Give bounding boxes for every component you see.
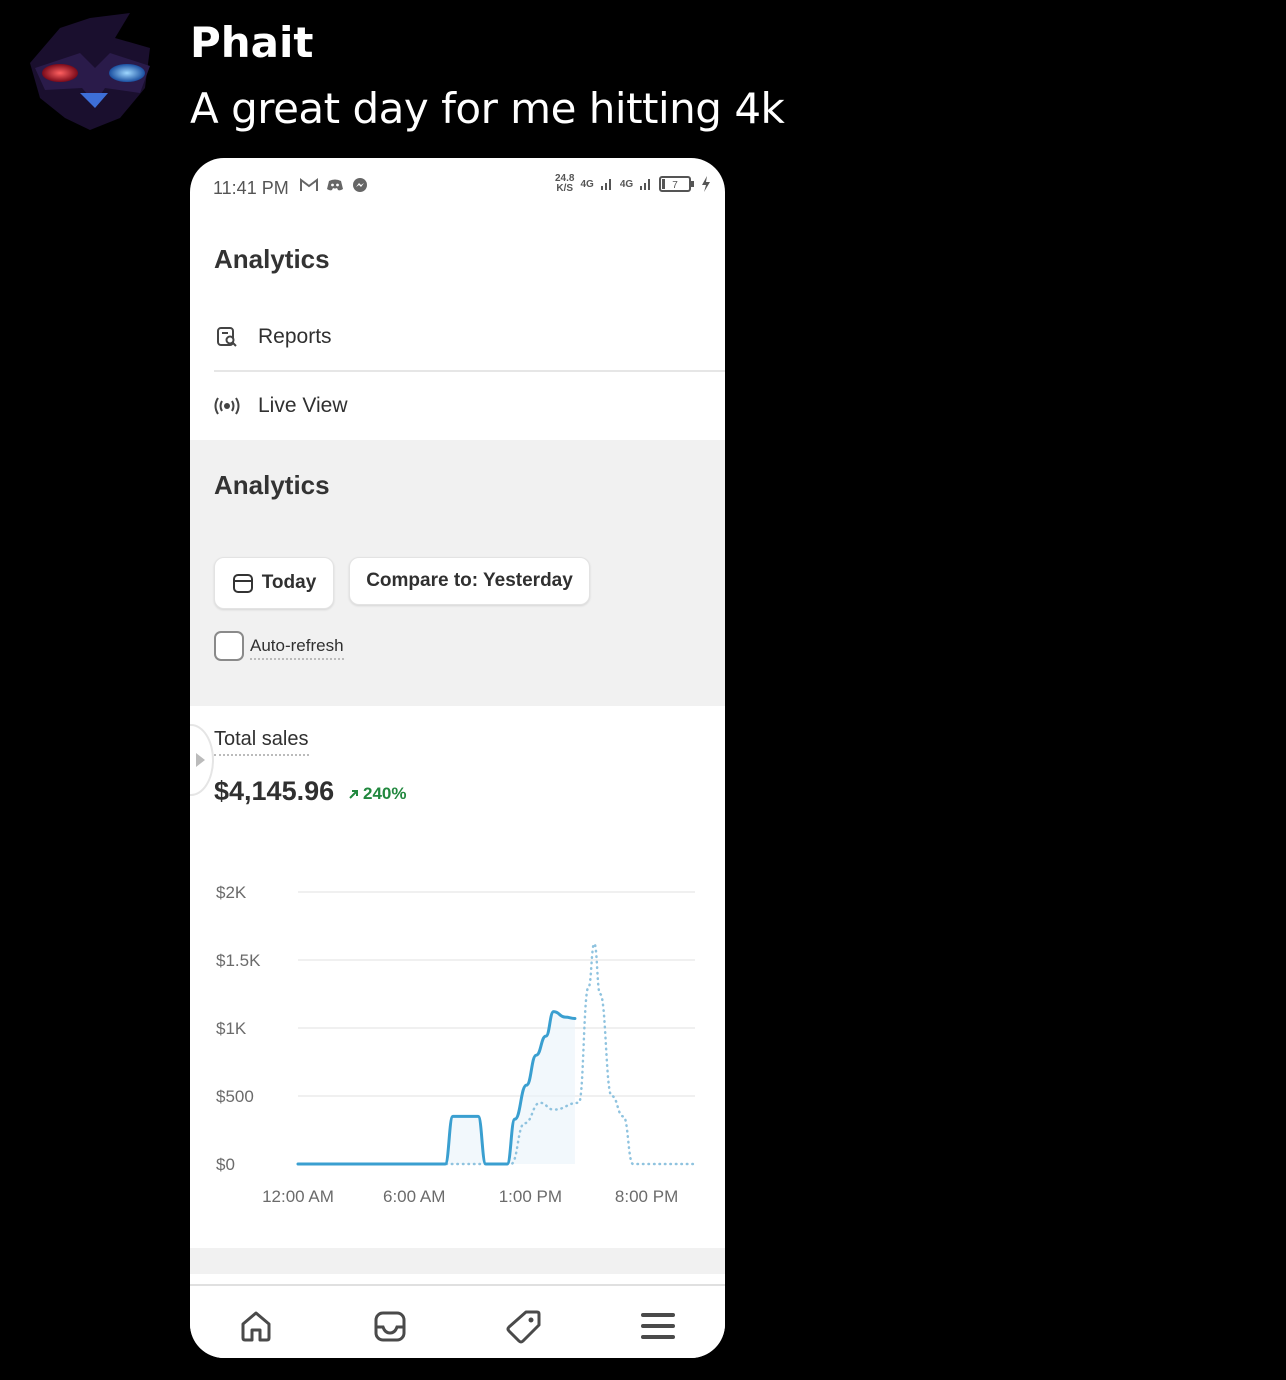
status-time: 11:41 PM [213, 178, 289, 198]
auto-refresh-label[interactable]: Auto-refresh [250, 636, 344, 660]
tab-products[interactable] [504, 1306, 544, 1346]
card-title[interactable]: Total sales [214, 728, 309, 756]
live-view-icon [214, 393, 240, 419]
svg-text:7: 7 [672, 180, 678, 191]
signal-icon [640, 179, 651, 190]
system-icons: 24.8 K/S 4G 4G 7 [555, 174, 711, 194]
discord-icon [327, 179, 343, 191]
reports-icon [214, 324, 240, 350]
change-value: 240% [363, 784, 407, 803]
charging-icon [702, 176, 711, 192]
home-icon [241, 1311, 271, 1342]
phone-screenshot[interactable]: 11:41 PM 24.8 K/S 4G 4G 7 Analytics Repor… [190, 158, 725, 1358]
signal-icon [600, 179, 611, 190]
nav-item-live-view[interactable]: Live View [214, 372, 725, 440]
chevron-right-icon [196, 753, 205, 767]
x-tick-label: 8:00 PM [615, 1187, 678, 1206]
section-gap [190, 1248, 725, 1274]
x-tick-label: 1:00 PM [499, 1187, 562, 1206]
total-sales-value: $4,145.96 [214, 776, 335, 806]
y-tick-label: $0 [216, 1155, 235, 1174]
tab-orders[interactable] [370, 1306, 410, 1346]
nav-item-reports[interactable]: Reports [214, 303, 725, 371]
date-range-label: Today [261, 572, 317, 593]
tag-icon [506, 1310, 541, 1344]
y-tick-label: $2K [216, 883, 247, 902]
series-area [298, 1011, 575, 1164]
date-range-button[interactable]: Today [214, 557, 334, 609]
expand-toggle[interactable] [190, 724, 214, 796]
nav-title: Analytics [214, 244, 330, 274]
avatar[interactable] [20, 8, 160, 138]
tab-home[interactable] [236, 1306, 276, 1346]
change-badge: 240% [348, 784, 406, 804]
gmail-icon [300, 178, 318, 191]
post-author[interactable]: Phait [190, 18, 314, 67]
status-bar: 11:41 PM 24.8 K/S 4G 4G 7 [190, 158, 725, 218]
arrow-up-right-icon [349, 789, 358, 799]
y-tick-label: $1.5K [216, 951, 261, 970]
calendar-icon [232, 574, 253, 593]
tab-bar [190, 1284, 725, 1358]
menu-icon [641, 1313, 675, 1339]
y-tick-label: $500 [216, 1087, 254, 1106]
series-line [296, 942, 697, 1166]
compare-button[interactable]: Compare to: Yesterday [349, 557, 590, 605]
x-tick-label: 12:00 AM [262, 1187, 334, 1206]
battery-icon: 7 [659, 176, 695, 192]
section-title: Analytics [214, 470, 330, 500]
nav-item-label: Live View [258, 394, 348, 417]
network-type-1: 4G [580, 178, 594, 190]
x-tick-label: 6:00 AM [383, 1187, 445, 1206]
notification-icons [300, 177, 368, 193]
analytics-controls: Analytics Today Compare to: Yesterday Au… [190, 440, 725, 706]
messenger-icon [353, 178, 367, 192]
y-tick-label: $1K [216, 1019, 247, 1038]
post-text: A great day for me hitting 4k [190, 84, 785, 133]
auto-refresh-checkbox[interactable] [214, 631, 244, 661]
orders-icon [374, 1311, 406, 1342]
network-speed: 24.8 K/S [555, 173, 575, 194]
nav-item-label: Reports [258, 325, 332, 348]
total-sales-card: Total sales $4,145.96 240% $0 $500 $1K $1.5… [190, 706, 725, 1246]
tab-menu[interactable] [638, 1306, 678, 1346]
network-type-2: 4G [619, 178, 634, 190]
sales-chart: $0 $500 $1K $1.5K $2K 12:00 AM 6:00 AM 1:00 PM 8… [216, 883, 697, 1206]
